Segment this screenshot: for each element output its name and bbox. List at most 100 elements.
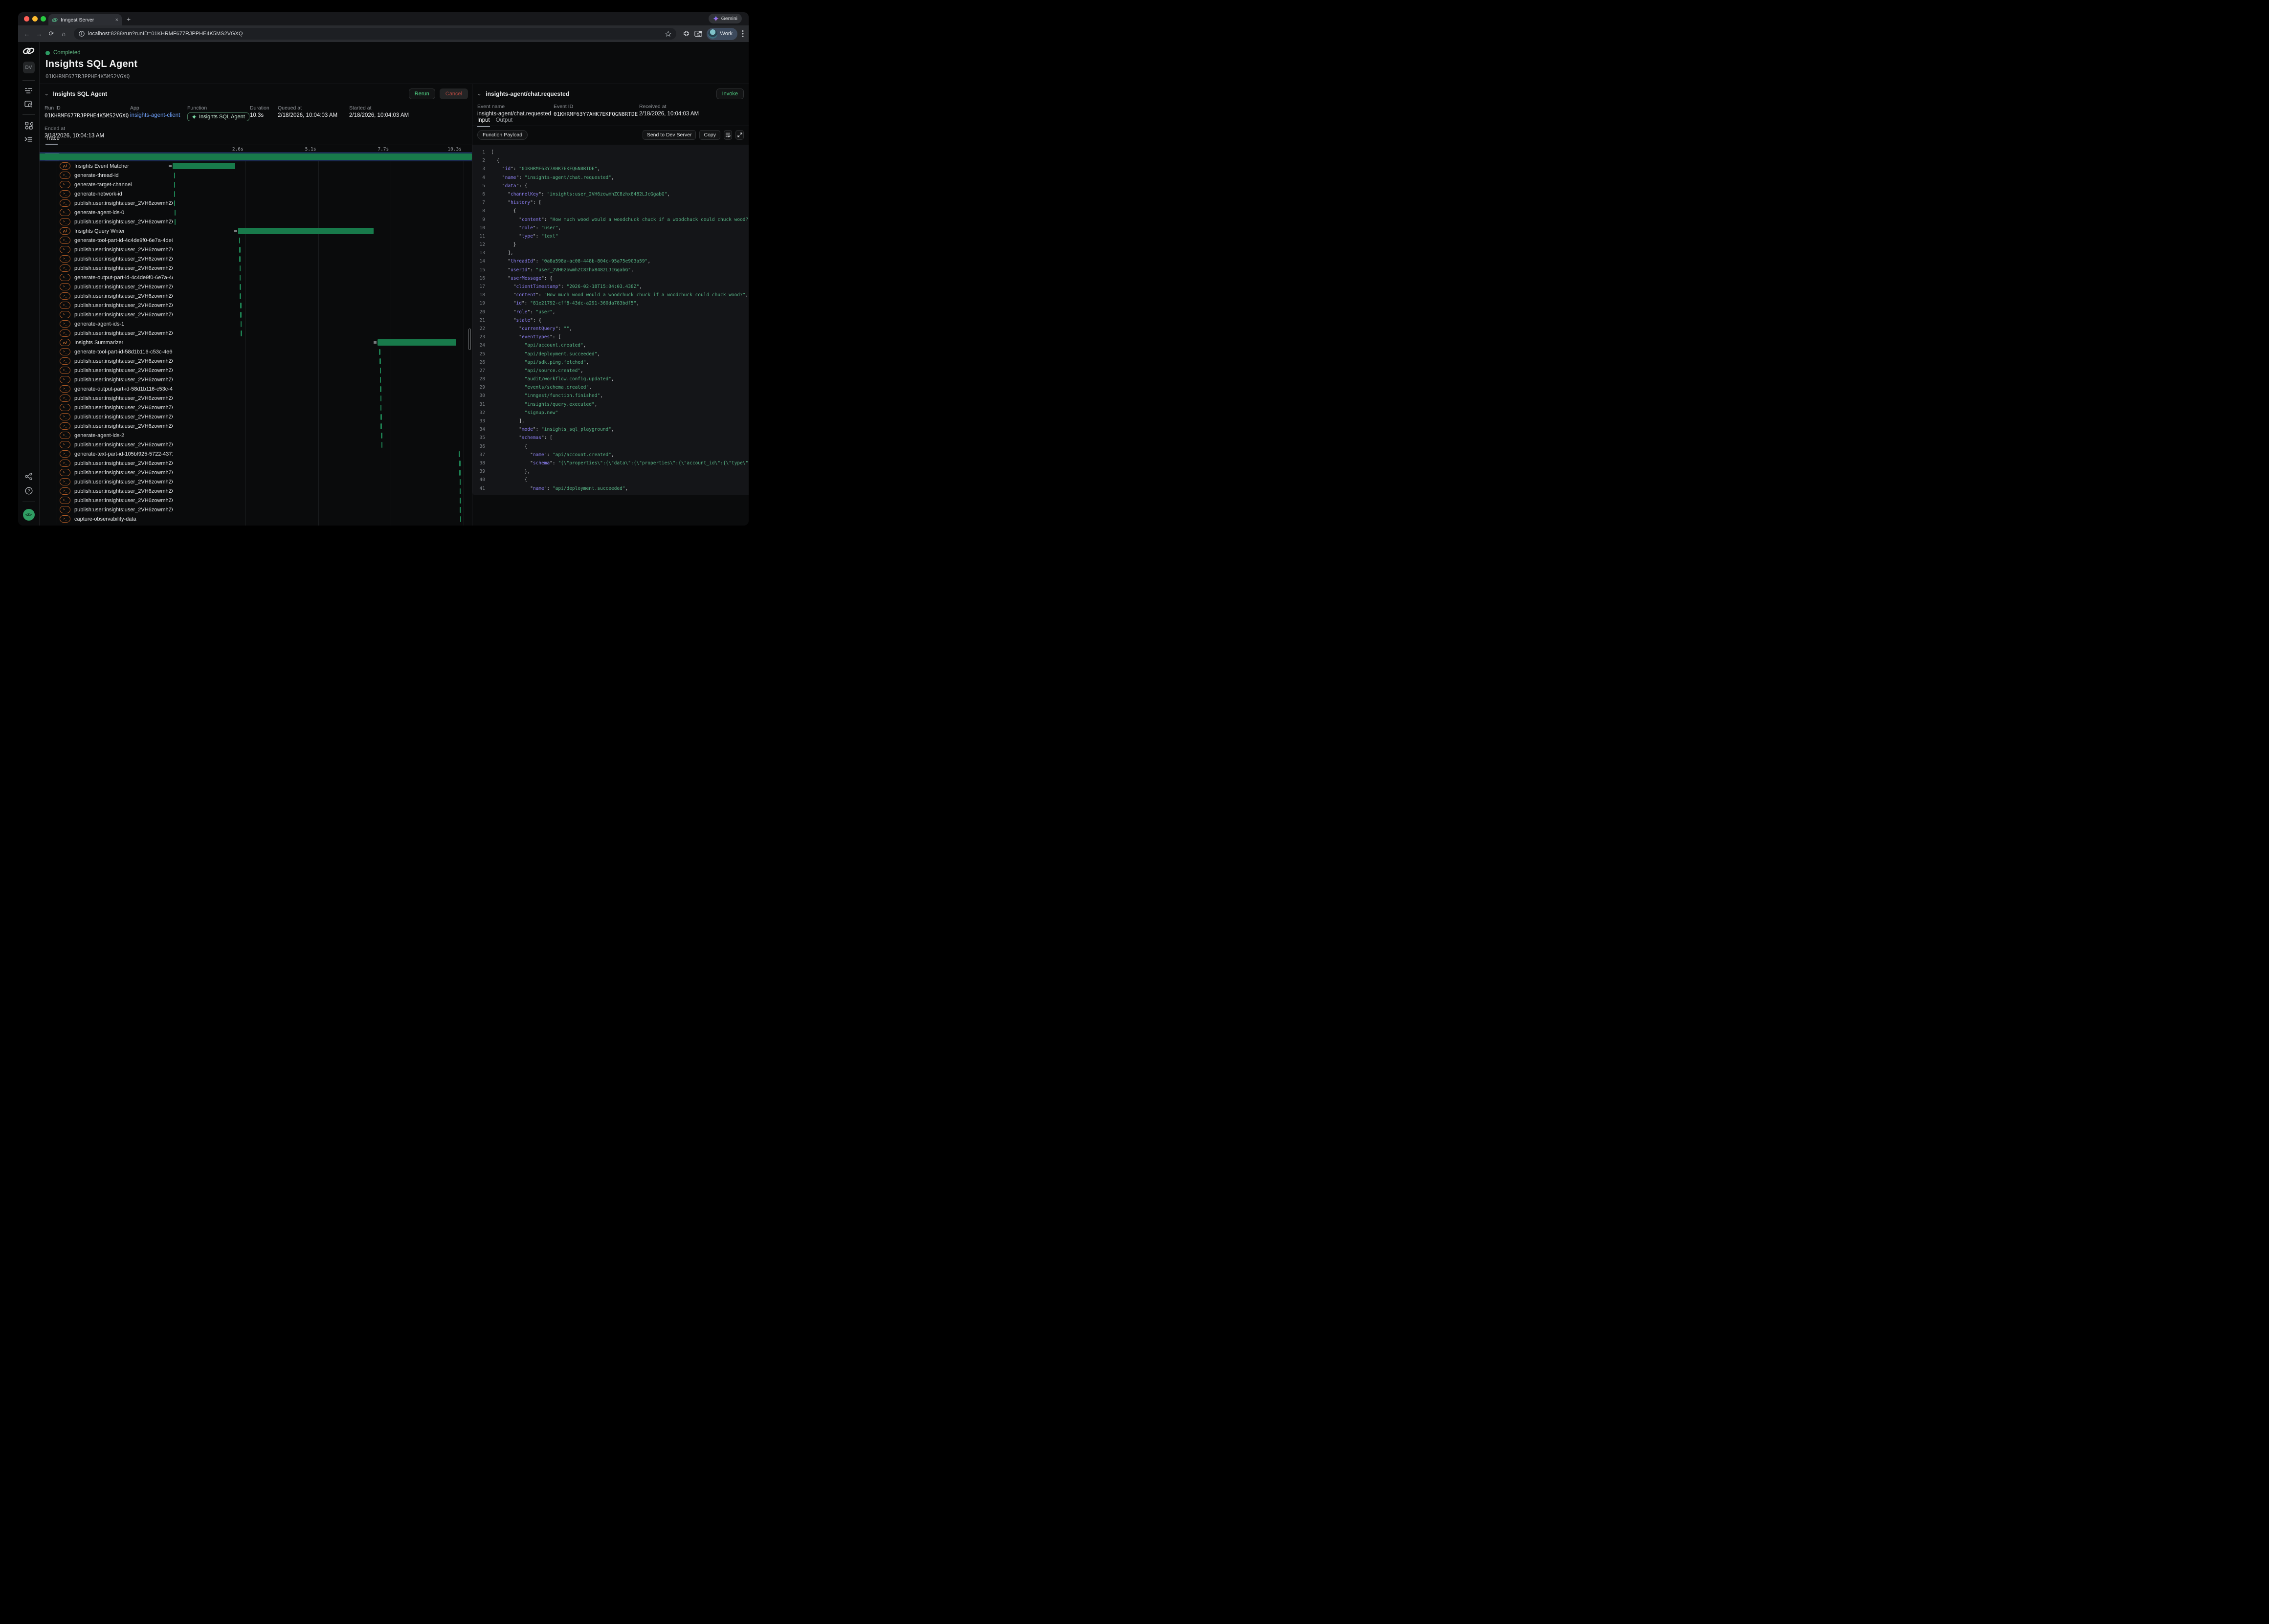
gantt-tick[interactable]	[380, 395, 382, 401]
trace-row[interactable]: >_publish:user:insights:user_2VH6zowmhZC…	[40, 245, 472, 254]
gantt-tick[interactable]	[380, 423, 382, 429]
gantt-tick[interactable]	[174, 173, 176, 178]
menu-kebab-icon[interactable]	[742, 30, 744, 38]
expand-button[interactable]	[735, 130, 744, 140]
trace-row[interactable]: >_capture-observability-data	[40, 514, 472, 524]
gantt-tick[interactable]	[380, 368, 381, 373]
trace-row[interactable]: >_publish:user:insights:user_2VH6zowmhZC…	[40, 421, 472, 431]
gantt-tick[interactable]	[379, 349, 380, 355]
trace-row[interactable]: >_generate-agent-ids-2	[40, 431, 472, 440]
home-button[interactable]: ⌂	[60, 30, 67, 38]
trace-row[interactable]: >_publish:user:insights:user_2VH6zowmhZC…	[40, 310, 472, 319]
bookmark-star-icon[interactable]	[665, 31, 671, 37]
gantt-tick[interactable]	[380, 386, 381, 392]
invoke-button[interactable]: Invoke	[716, 88, 744, 99]
gantt-tick[interactable]	[241, 330, 242, 336]
gantt-tick[interactable]	[460, 498, 461, 504]
trace-row[interactable]: >_publish:user:insights:user_2VH6zowmhZC…	[40, 486, 472, 496]
trace-row[interactable]: >_generate-agent-ids-0	[40, 208, 472, 217]
browser-tab[interactable]: Inngest Server ×	[48, 14, 122, 25]
close-window-button[interactable]	[24, 16, 29, 22]
gantt-tick[interactable]	[174, 191, 176, 197]
trace-row[interactable]: >_generate-tool-part-id-58d1b116-c53c-4e…	[40, 347, 472, 356]
event-search-icon[interactable]	[24, 101, 33, 108]
url-text[interactable]: localhost:8288/run?runID=01KHRMF677RJPPH…	[88, 31, 662, 37]
trace-row[interactable]: >_publish:user:insights:user_2VH6zowmhZC…	[40, 198, 472, 208]
function-badge[interactable]: Insights SQL Agent	[187, 112, 249, 121]
trace-row[interactable]: >_publish:user:insights:user_2VH6zowmhZC…	[40, 375, 472, 384]
trace-row[interactable]: >_generate-thread-id	[40, 171, 472, 180]
trace-row[interactable]: >_publish:user:insights:user_2VH6zowmhZC…	[40, 477, 472, 486]
runs-feed-icon[interactable]	[24, 88, 33, 94]
gantt-tick[interactable]	[240, 293, 241, 299]
trace-row[interactable]: >_publish:user:insights:user_2VH6zowmhZC…	[40, 412, 472, 421]
gantt-tick[interactable]	[381, 442, 383, 448]
gantt-tick[interactable]	[459, 470, 461, 476]
gantt-tick[interactable]	[381, 433, 382, 439]
trace-row[interactable]: >_publish:user:insights:user_2VH6zowmhZC…	[40, 468, 472, 477]
trace-row[interactable]: >_generate-tool-part-id-4c4de9f0-6e7a-4d…	[40, 236, 472, 245]
gantt-tick[interactable]	[460, 507, 461, 513]
trace-row[interactable]: >_publish:user:insights:user_2VH6zowmhZC…	[40, 505, 472, 514]
gantt-tick[interactable]	[174, 200, 176, 206]
gantt-tick[interactable]	[460, 516, 462, 522]
gantt-tick[interactable]	[459, 461, 461, 466]
trace-row[interactable]: >_publish:user:insights:user_2VH6zowmhZC…	[40, 217, 472, 226]
url-bar[interactable]: localhost:8288/run?runID=01KHRMF677RJPPH…	[74, 28, 676, 40]
gantt-tick[interactable]	[239, 238, 241, 243]
profile-chip[interactable]: Work	[707, 28, 737, 40]
rerun-button[interactable]: Rerun	[409, 88, 435, 99]
app-link[interactable]: insights-agent-client	[130, 112, 187, 118]
gantt-tick[interactable]	[175, 210, 176, 216]
trace-row[interactable]: >_generate-agent-ids-1	[40, 319, 472, 329]
gantt-tick[interactable]	[240, 284, 241, 290]
gantt-tick[interactable]	[240, 312, 242, 318]
trace-row[interactable]: Insights Summarizer	[40, 338, 472, 347]
forward-button[interactable]: →	[35, 30, 43, 38]
zoom-window-button[interactable]	[41, 16, 46, 22]
trace-row[interactable]: >_publish:user:insights:user_2VH6zowmhZC…	[40, 301, 472, 310]
functions-icon[interactable]	[24, 136, 33, 143]
gantt-tick[interactable]	[240, 303, 242, 308]
trace-row[interactable]: >_publish:user:insights:user_2VH6zowmhZC…	[40, 366, 472, 375]
tab-trace[interactable]: Trace	[45, 135, 60, 141]
chevron-down-icon[interactable]: ⌄	[477, 91, 481, 97]
send-to-dev-server-button[interactable]: Send to Dev Server	[643, 130, 696, 140]
trace-row[interactable]: >_publish:user:insights:user_2VH6zowmhZC…	[40, 291, 472, 301]
gantt-tick[interactable]	[380, 405, 382, 411]
gantt-bar[interactable]	[238, 228, 374, 234]
gemini-button[interactable]: Gemini	[709, 14, 742, 23]
trace-row[interactable]: >_publish:user:insights:user_2VH6zowmhZC…	[40, 394, 472, 403]
trace-row[interactable]: >_generate-text-part-id-105bf925-5722-43…	[40, 449, 472, 459]
gantt-tick[interactable]	[459, 451, 460, 457]
trace-row[interactable]: >_publish:user:insights:user_2VH6zowmhZC…	[40, 440, 472, 449]
gantt-tick[interactable]	[380, 377, 381, 383]
chevron-down-icon[interactable]: ⌄	[44, 91, 48, 97]
copy-button[interactable]: Copy	[699, 130, 720, 140]
trace-row[interactable]: >_publish:user:insights:user_2VH6zowmhZC…	[40, 356, 472, 366]
help-icon[interactable]: ?	[25, 487, 33, 495]
gantt-tick[interactable]	[380, 414, 382, 420]
gantt-tick[interactable]	[239, 256, 241, 262]
dv-badge[interactable]: DV	[23, 62, 35, 73]
dev-tools-button[interactable]: </>	[23, 509, 35, 521]
cancel-button[interactable]: Cancel	[440, 88, 468, 99]
trace-row[interactable]: >_generate-target-channel	[40, 180, 472, 189]
gantt-bar[interactable]	[40, 154, 472, 160]
apps-icon[interactable]	[25, 122, 33, 130]
gantt-tick[interactable]	[460, 488, 461, 494]
gantt-tick[interactable]	[175, 219, 176, 225]
gantt-tick[interactable]	[379, 358, 381, 364]
gantt-tick[interactable]	[174, 182, 176, 188]
new-tab-button[interactable]: +	[127, 15, 131, 23]
back-button[interactable]: ←	[23, 30, 31, 38]
trace-row[interactable]: Insights Query Writer	[40, 226, 472, 236]
function-payload-button[interactable]: Function Payload	[477, 130, 528, 140]
scrollbar-thumb[interactable]	[468, 329, 471, 350]
share-icon[interactable]	[25, 473, 32, 480]
gantt-tick[interactable]	[241, 321, 242, 327]
trace-row[interactable]: >_publish:user:insights:user_2VH6zowmhZC…	[40, 282, 472, 291]
info-icon[interactable]	[79, 31, 85, 37]
json-viewer[interactable]: 1[2 {3 "id": "01KHRMF63Y7AHK7EKFQGN8RTDE…	[472, 145, 749, 495]
side-panel-search-icon[interactable]	[694, 30, 702, 37]
